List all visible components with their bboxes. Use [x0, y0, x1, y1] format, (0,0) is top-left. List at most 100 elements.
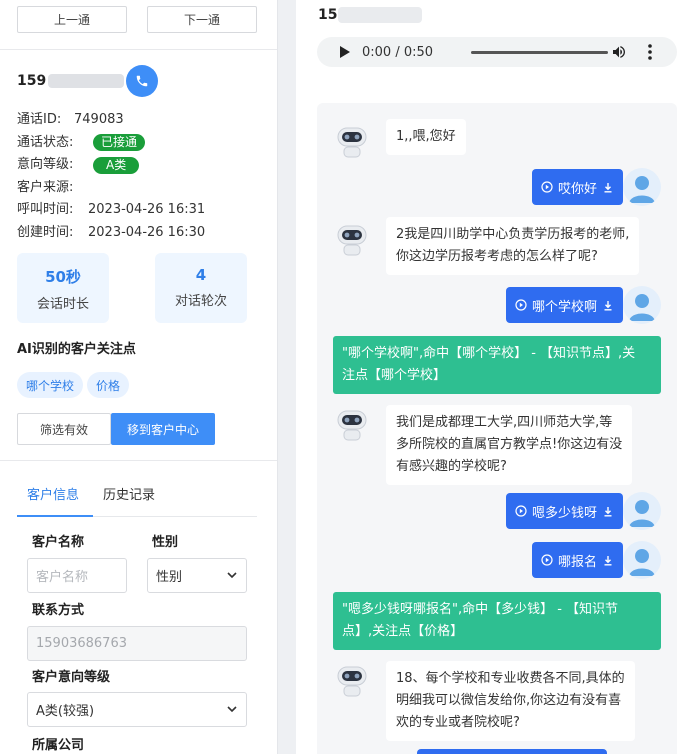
- phone-mask: [338, 7, 423, 23]
- conversation-panel: 15 0:00 / 0:50 1,,喂,您好 哎你好 2我是四川助学中心负责学历…: [296, 0, 694, 754]
- customer-name-input[interactable]: 客户名称: [27, 558, 127, 593]
- call-record-app: 上一通 下一通 159 通话ID: 749083 通话状态: 已接通 意向等级: A类…: [0, 0, 694, 754]
- conversation-phone-number: 15: [318, 7, 338, 23]
- source-label: 客户来源:: [17, 179, 74, 195]
- call-status-badge: 已接通: [93, 134, 146, 152]
- robot-avatar-icon: [337, 410, 367, 441]
- stat-duration: 50秒 会话时长: [17, 253, 109, 323]
- created-time-value: 2023-04-26 16:30: [88, 224, 206, 240]
- focus-title: AI识别的客户关注点: [17, 342, 136, 357]
- audio-progress-track[interactable]: [471, 51, 608, 54]
- tab-customer-info[interactable]: 客户信息: [27, 484, 79, 503]
- user-audio-message[interactable]: [417, 749, 607, 754]
- conversation-phone: 15: [318, 7, 423, 23]
- bot-message-line: 多所院校的直属官方教学点!你这边有没: [396, 437, 623, 452]
- robot-avatar-icon: [337, 666, 367, 697]
- stat-duration-label: 会话时长: [36, 297, 89, 312]
- dial-button[interactable]: [126, 65, 159, 97]
- intent-level-select[interactable]: A类(较强): [27, 692, 247, 727]
- phone-mask: [48, 74, 125, 88]
- bot-message-line: 18、每个学校和专业收费各不同,具体的: [396, 671, 625, 686]
- bot-message-line: 2我是四川助学中心负责学历报考的老师,: [396, 227, 630, 242]
- customer-panel: 上一通 下一通 159 通话ID: 749083 通话状态: 已接通 意向等级: A类…: [0, 0, 278, 754]
- user-audio-message[interactable]: 哪报名: [531, 542, 623, 578]
- download-icon[interactable]: [603, 555, 613, 566]
- more-options-icon[interactable]: [647, 43, 653, 61]
- user-avatar-icon: [629, 294, 655, 321]
- prev-call-button[interactable]: 上一通: [17, 6, 127, 33]
- next-call-button[interactable]: 下一通: [147, 6, 257, 33]
- play-circle-icon[interactable]: [515, 505, 527, 517]
- tab-history[interactable]: 历史记录: [103, 484, 155, 503]
- stat-rounds-value: 4: [195, 266, 207, 284]
- call-status-label: 通话状态:: [17, 134, 74, 150]
- chevron-down-icon: [227, 572, 237, 579]
- gender-label: 性别: [152, 535, 179, 550]
- contact-input[interactable]: 15903686763: [27, 626, 247, 661]
- hit-line: 注点【哪个学校】: [342, 368, 447, 383]
- company-label: 所属公司: [32, 738, 85, 753]
- call-time-value: 2023-04-26 16:31: [88, 202, 206, 217]
- stat-duration-value: 50秒: [45, 268, 81, 286]
- gender-select[interactable]: 性别: [147, 558, 247, 593]
- play-circle-icon[interactable]: [541, 554, 553, 566]
- intent-label: 意向等级:: [17, 157, 74, 172]
- chat-transcript[interactable]: 1,,喂,您好 哎你好 2我是四川助学中心负责学历报考的老师, 你这边学历报考考…: [317, 103, 677, 754]
- customer-phone: 159: [17, 73, 47, 89]
- bot-message-line: 我们是成都理工大学,四川师范大学,等: [396, 415, 613, 430]
- volume-icon[interactable]: [611, 44, 627, 60]
- move-to-customer-center-button[interactable]: 移到客户中心: [111, 413, 215, 445]
- play-circle-icon[interactable]: [515, 299, 527, 311]
- focus-chip[interactable]: 价格: [87, 372, 130, 398]
- audio-player[interactable]: 0:00 / 0:50: [317, 37, 677, 67]
- hit-line: "嗯多少钱呀哪报名",命中【多少钱】 - 【知识节: [342, 602, 619, 617]
- user-avatar-icon: [629, 500, 655, 527]
- stat-rounds-label: 对话轮次: [174, 294, 227, 309]
- bot-message: 18、每个学校和专业收费各不同,具体的 明细我可以微信发给你,你这边有没有喜 欢…: [386, 661, 635, 741]
- call-info: 通话ID: 749083 通话状态: 已接通 意向等级: A类 客户来源: 呼叫时间:…: [17, 109, 205, 244]
- user-avatar: [623, 286, 661, 324]
- user-audio-message[interactable]: 哎你好: [531, 169, 623, 205]
- user-avatar-icon: [629, 549, 655, 576]
- bot-message-line: 你这边学历报考考虑的怎么样了呢?: [396, 249, 598, 264]
- filter-valid-button[interactable]: 筛选有效: [17, 413, 111, 445]
- user-audio-message[interactable]: 哪个学校啊: [505, 287, 623, 323]
- user-avatar: [623, 541, 661, 579]
- hit-line: 点】,关注点【价格】: [342, 624, 464, 639]
- call-time-label: 呼叫时间:: [17, 202, 74, 217]
- robot-avatar-icon: [337, 225, 367, 256]
- tab-active-indicator: [17, 515, 93, 517]
- call-id-value: 749083: [74, 112, 124, 127]
- divider: [0, 49, 277, 50]
- user-message-text: 哎你好: [557, 181, 597, 197]
- user-audio-message[interactable]: 嗯多少钱呀: [505, 493, 623, 529]
- bot-message-line: 有感兴趣的学校呢?: [396, 459, 507, 474]
- bot-message: 我们是成都理工大学,四川师范大学,等 多所院校的直属官方教学点!你这边有没 有感…: [386, 405, 633, 485]
- stat-rounds: 4 对话轮次: [155, 253, 247, 323]
- bot-message-text: 1,,喂,您好: [396, 129, 456, 144]
- intent-level-value: A类(较强): [36, 704, 95, 719]
- user-message-text: 哪报名: [557, 554, 597, 570]
- divider: [0, 460, 277, 461]
- bot-message-line: 欢的专业或者院校呢?: [396, 715, 520, 730]
- user-message-text: 嗯多少钱呀: [531, 505, 597, 521]
- intent-badge: A类: [93, 156, 140, 174]
- download-icon[interactable]: [603, 300, 613, 311]
- hit-line: "哪个学校啊",命中【哪个学校】 - 【知识节点】,关: [342, 346, 636, 361]
- bot-message: 2我是四川助学中心负责学历报考的老师, 你这边学历报考考虑的怎么样了呢?: [386, 217, 640, 275]
- contact-label: 联系方式: [32, 603, 85, 618]
- knowledge-hit-notice: "哪个学校啊",命中【哪个学校】 - 【知识节点】,关 注点【哪个学校】: [333, 336, 661, 394]
- gender-select-value: 性别: [156, 570, 183, 585]
- created-time-label: 创建时间:: [17, 224, 74, 240]
- user-avatar: [623, 492, 661, 530]
- bot-message-line: 明细我可以微信发给你,你这边有没有喜: [396, 693, 622, 708]
- focus-chip[interactable]: 哪个学校: [17, 372, 84, 398]
- customer-phone-row: 159: [17, 65, 159, 97]
- play-icon[interactable]: [339, 45, 351, 59]
- download-icon[interactable]: [603, 506, 613, 517]
- intent-level-label: 客户意向等级: [32, 670, 111, 685]
- bot-message: 1,,喂,您好: [386, 119, 466, 155]
- download-icon[interactable]: [603, 182, 613, 193]
- play-circle-icon[interactable]: [541, 181, 553, 193]
- name-label: 客户名称: [32, 535, 85, 550]
